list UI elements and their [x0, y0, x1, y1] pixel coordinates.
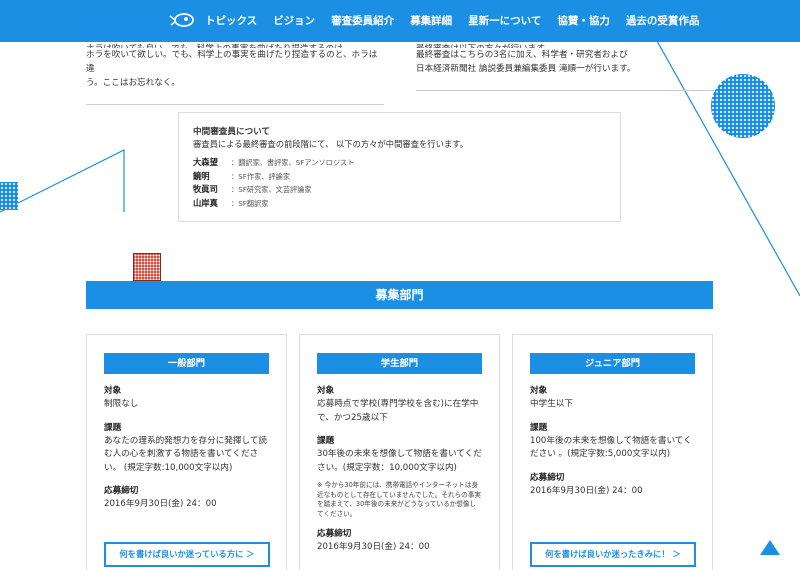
midterm-judges-box: 中間審査員について 審査員による最終審査の前段階にて、 以下の方々が中間審査を行… [178, 112, 621, 222]
divider [416, 90, 714, 91]
judge-name: 牧眞司 [193, 184, 218, 194]
judge-role: ：翻訳家、書評家、SFアンソロジスト [231, 158, 355, 167]
divider [86, 104, 384, 105]
top-navigation: トピックス ビジョン 審査委員紹介 募集詳細 星新一について 協賛・協力 過去の… [0, 0, 800, 42]
back-to-top-icon[interactable] [760, 540, 780, 555]
judge-role: ：SF作家、評論家 [231, 171, 291, 181]
rocket-logo-icon[interactable] [168, 9, 196, 31]
dotted-red-square [133, 253, 161, 281]
dotted-circle-right [711, 74, 775, 138]
nav-item-details[interactable]: 募集詳細 [410, 13, 452, 28]
category-tag: 学生部門 [317, 353, 482, 374]
dotted-square-left [0, 182, 18, 210]
intro-left-column: ホラは吹いても良い。でも、科学上の事実を曲げたり捏造するのは ホラを吹いて欲しい… [86, 42, 384, 105]
judge-row: 大森望 ：翻訳家、書評家、SFアンソロジスト [193, 156, 606, 170]
category-tag: 一般部門 [104, 353, 269, 374]
nav-item-vision[interactable]: ビジョン [273, 13, 315, 28]
deadline-value: 2016年9月30日(金) 24：00 [104, 499, 217, 509]
intro-left-line: ホラを吹いて欲しい。でも、科学上の事実を曲げたり捏造するのと、ホラは違 [86, 50, 378, 74]
intro-right-line: 日本経済新聞社 論説委員兼編集委員 滝順一が行います。 [416, 64, 636, 74]
intro-right-line: 最終審査はこちらの3名に加え、科学者・研究者および [416, 50, 628, 60]
target-label: 対象 [317, 386, 335, 396]
judge-row: 鏡明 ：SF作家、評論家 [193, 170, 606, 184]
intro-left-line: う。ここはお忘れなく。 [86, 78, 181, 88]
nav-item-sponsors[interactable]: 協賛・協力 [557, 13, 610, 28]
judge-role: ：SF翻訳家 [231, 198, 269, 208]
judge-role: ：SF研究家、文芸評論家 [231, 185, 312, 194]
target-value: 中学生以下 [530, 399, 573, 409]
theme-label: 課題 [104, 422, 122, 433]
deadline-value: 2016年9月30日(金) 24：00 [530, 485, 643, 496]
category-card-student: 学生部門 対象 応募時点で学校(専門学校を含む)に在学中で、かつ25歳以下 課題… [299, 334, 500, 570]
nav-item-about-hoshi[interactable]: 星新一について [468, 13, 541, 28]
judge-name: 山岸真 [193, 197, 218, 208]
category-card-junior: ジュニア部門 対象 中学生以下 課題 100年後の未来を想像して物語を書いてくだ… [512, 334, 713, 570]
target-value: 制限なし [104, 399, 139, 409]
theme-value: 30年後の未来を想像して物語を書いてください。(規定字数：10,000文字以内) [317, 449, 482, 473]
deadline-label: 応募締切 [104, 486, 139, 496]
writing-guide-button[interactable]: 何を書けば良いか迷っている方に ＞ [104, 542, 270, 567]
deadline-label: 応募締切 [317, 529, 352, 539]
judge-name: 鏡明 [193, 170, 210, 181]
judge-name: 大森望 [193, 157, 218, 167]
theme-value: 100年後の未来を想像して物語を書いてください 。(規定字数:5,000文字以内… [530, 435, 692, 460]
theme-value: あなたの理系的発想力を存分に発揮して読む人の心を刺激する物語を書いてください。 … [104, 435, 268, 473]
target-label: 対象 [530, 386, 548, 396]
nav-item-judges[interactable]: 審査委員紹介 [331, 13, 394, 28]
target-value: 応募時点で学校(専門学校を含む)に在学中で、かつ25歳以下 [317, 399, 479, 423]
writing-guide-button[interactable]: 何を書けば良いか迷ったきみに！ ＞ [530, 542, 696, 567]
category-tag: ジュニア部門 [530, 353, 695, 374]
deadline-label: 応募締切 [530, 472, 565, 483]
midterm-heading: 中間審査員について [193, 127, 271, 137]
midterm-description: 審査員による最終審査の前段階にて、 以下の方々が中間審査を行います。 [193, 139, 468, 149]
theme-label: 課題 [530, 422, 548, 433]
section-banner-categories: 募集部門 [86, 281, 713, 309]
target-label: 対象 [104, 386, 122, 396]
theme-note: ※ 今から30年前には、携帯電話やインターネットは身近なものとして存在していませ… [317, 481, 481, 518]
judge-row: 山岸真 ：SF翻訳家 [193, 197, 606, 211]
intro-right-column: 最終審査は以下の方々が行います。 最終審査はこちらの3名に加え、科学者・研究者お… [416, 42, 714, 91]
nav-item-past-winners[interactable]: 過去の受賞作品 [626, 13, 700, 28]
nav-menu: トピックス ビジョン 審査委員紹介 募集詳細 星新一について 協賛・協力 過去の… [205, 13, 715, 28]
theme-label: 課題 [317, 436, 335, 446]
judge-row: 牧眞司 ：SF研究家、文芸評論家 [193, 183, 606, 197]
deadline-value: 2016年9月30日(金) 24：00 [317, 542, 430, 552]
nav-item-topics[interactable]: トピックス [205, 13, 257, 28]
category-card-general: 一般部門 対象 制限なし 課題 あなたの理系的発想力を存分に発揮して読む人の心を… [86, 334, 287, 570]
